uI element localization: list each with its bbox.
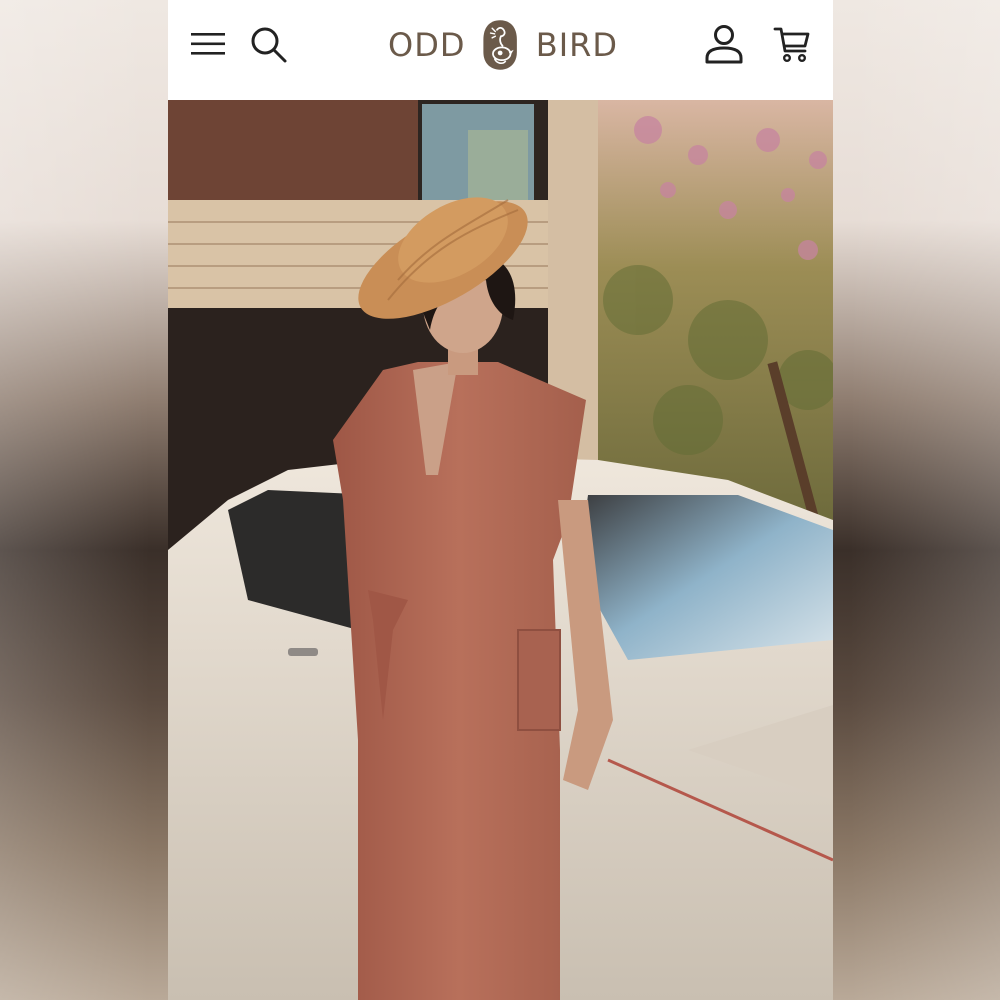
brand-name-right: BIRD (535, 26, 618, 64)
search-icon (251, 27, 287, 63)
bird-logo-icon (483, 20, 518, 70)
cart-button[interactable] (770, 22, 814, 66)
mobile-screen: ODD BIRD (168, 0, 833, 1000)
account-icon (705, 25, 743, 64)
brand-name-left: ODD (388, 26, 466, 64)
account-button[interactable] (702, 22, 746, 66)
brand-logo-link[interactable]: ODD BIRD (388, 10, 618, 80)
hero-photo (168, 100, 833, 1000)
hero-image[interactable] (168, 100, 833, 1000)
menu-button[interactable] (186, 22, 230, 66)
search-button[interactable] (246, 22, 290, 66)
hamburger-menu-icon (191, 33, 225, 55)
cart-icon (773, 27, 810, 63)
site-header: ODD BIRD (168, 0, 833, 100)
